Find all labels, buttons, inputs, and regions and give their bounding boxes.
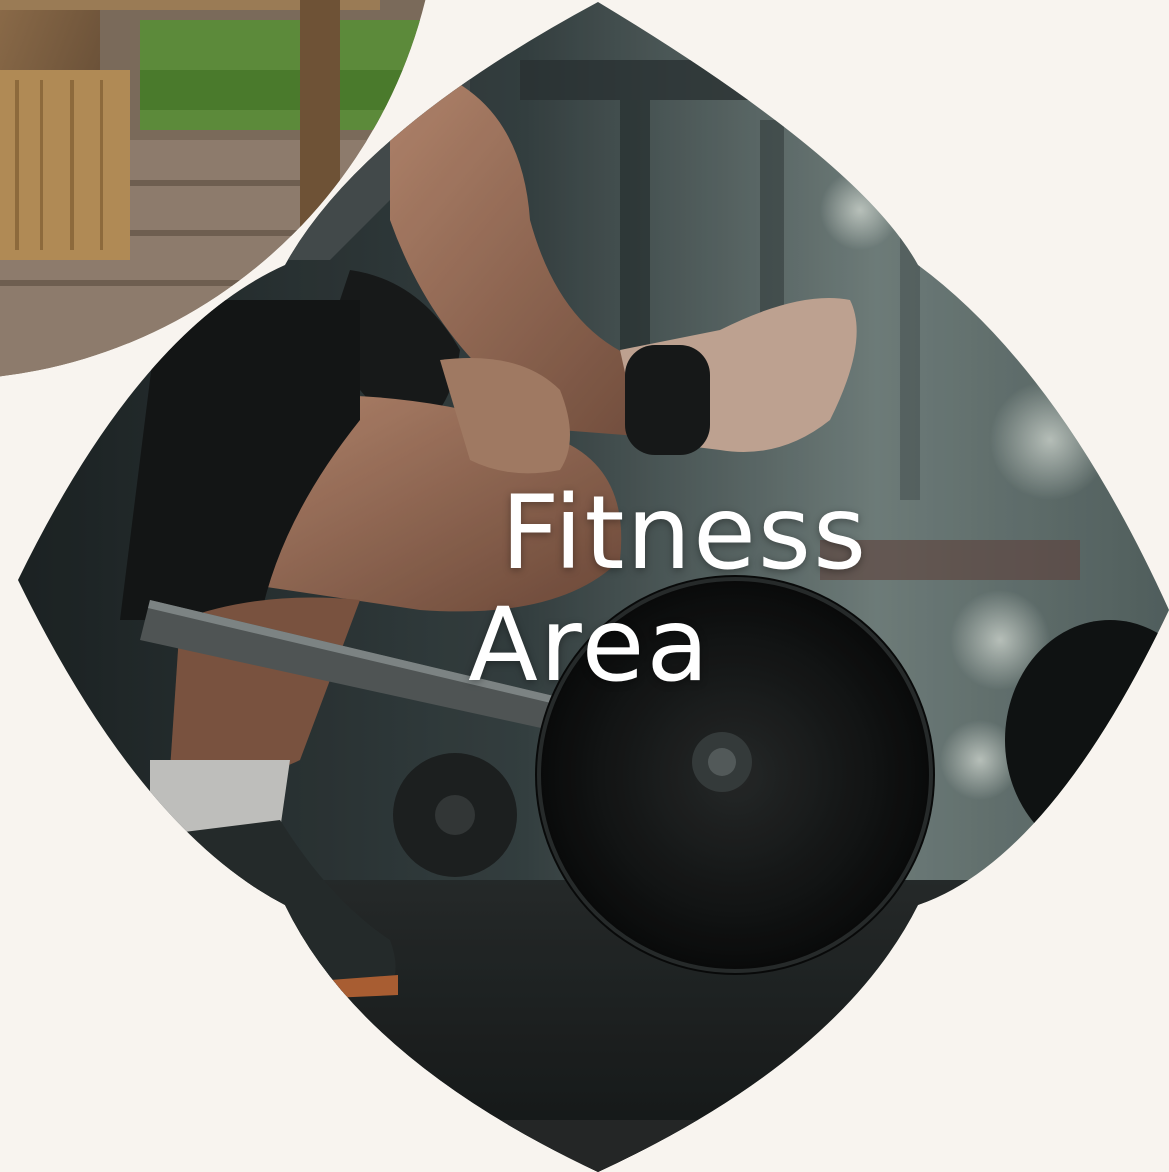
fitness-area-tile[interactable]: Fitness Area — [0, 0, 1169, 1172]
tile-title-line-2: Area — [468, 586, 711, 705]
page: Fitness Area — [0, 0, 1169, 1172]
tile-title-line-1: Fitness — [500, 474, 869, 593]
tile-title: Fitness Area — [0, 478, 1169, 702]
